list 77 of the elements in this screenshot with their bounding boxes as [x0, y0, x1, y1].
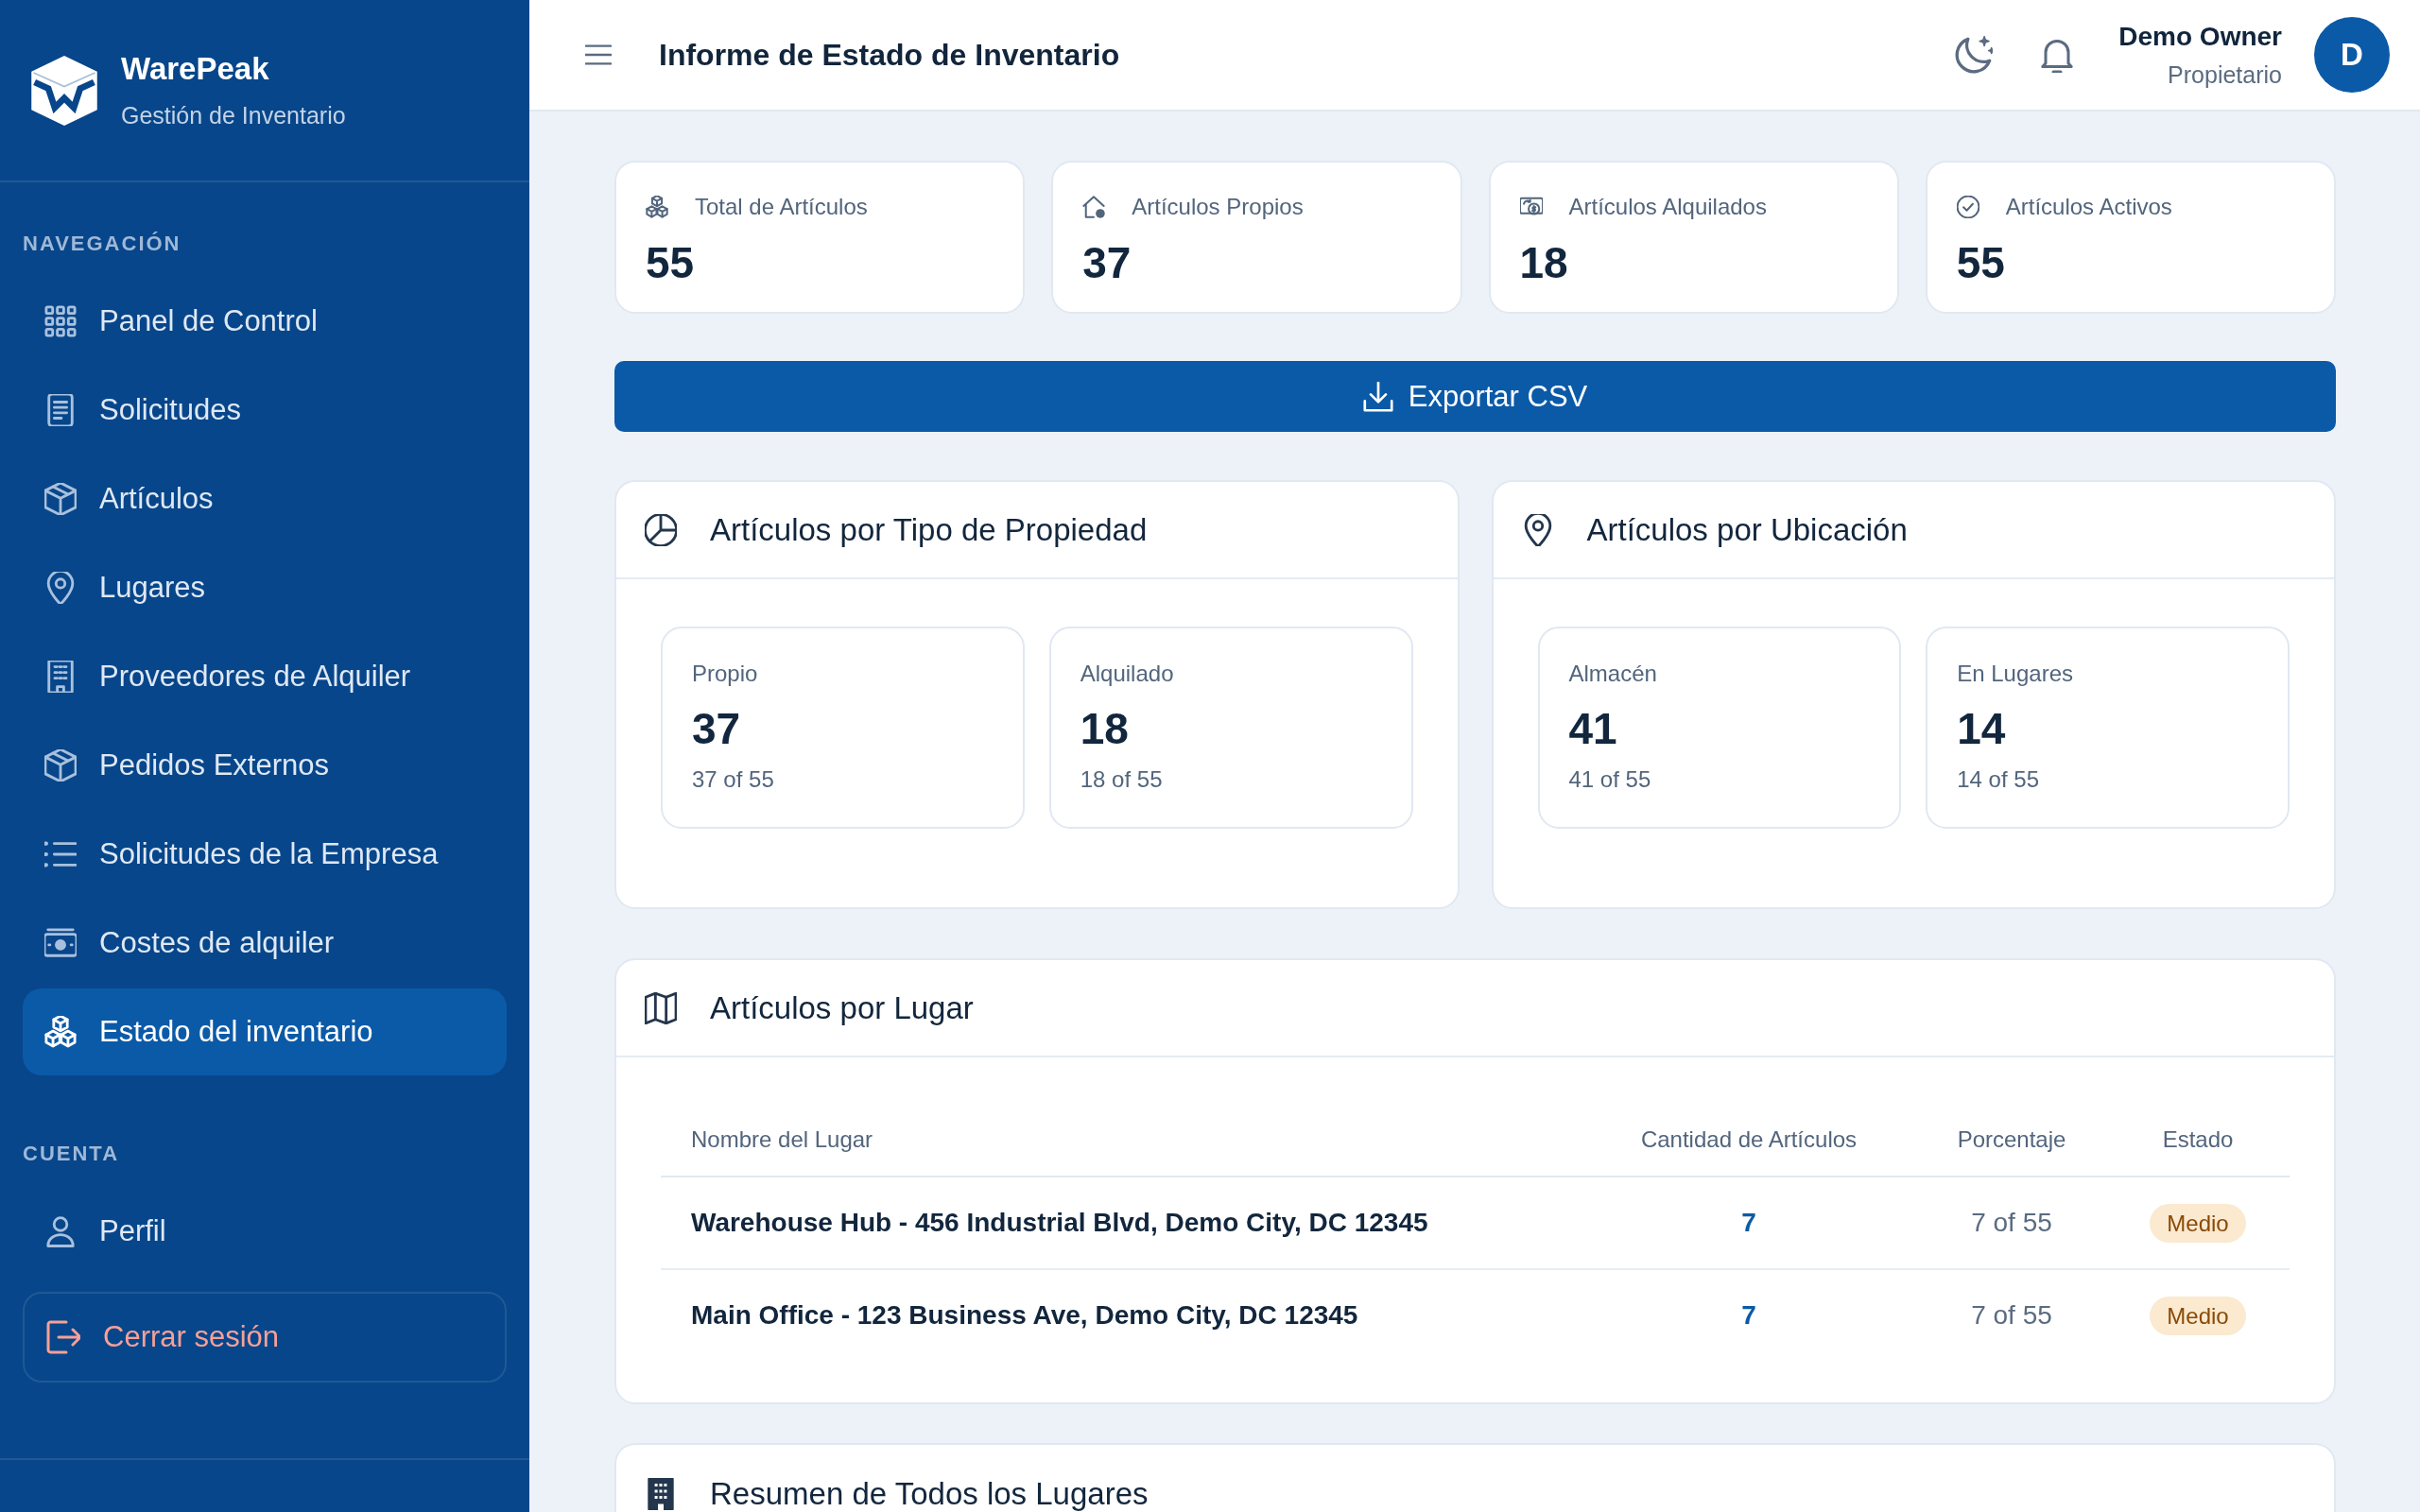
- notifications-button[interactable]: [2040, 37, 2075, 73]
- table-cell: 7: [1581, 1269, 1917, 1361]
- download-icon: [1362, 381, 1393, 412]
- document-icon: [44, 394, 77, 426]
- logo-icon: [31, 55, 97, 126]
- tile-label: Almacén: [1568, 660, 1657, 688]
- box-icon: [44, 483, 77, 515]
- tile-label: Propio: [692, 660, 758, 688]
- table-cell: Main Office - 123 Business Ave, Demo City, DC 12345: [661, 1269, 1581, 1361]
- box-icon: [44, 749, 77, 782]
- section-heading: NAVEGACIÓN: [23, 232, 182, 256]
- tile-label: Alquilado: [1080, 660, 1174, 688]
- column-header: Nombre del Lugar: [661, 1103, 1581, 1177]
- user-role: Propietario: [2168, 60, 2282, 89]
- tile-value: 37: [692, 704, 741, 753]
- map-pin-icon: [44, 572, 77, 604]
- tile-detail: 41 of 55: [1568, 765, 1651, 794]
- page-title: Informe de Estado de Inventario: [659, 37, 1120, 73]
- column-header: Cantidad de Artículos: [1581, 1103, 1917, 1177]
- tile-value: 18: [1080, 704, 1129, 753]
- stat-value: 37: [1082, 238, 1132, 287]
- panel-title: Artículos por Lugar: [710, 989, 974, 1026]
- user-name: Demo Owner: [2118, 21, 2282, 53]
- stat-value: 18: [1519, 238, 1568, 287]
- stat-label: Total de Artículos: [695, 193, 868, 221]
- stat-value: 55: [1956, 238, 2005, 287]
- tile-detail: 18 of 55: [1080, 765, 1163, 794]
- house-icon: [1082, 196, 1106, 218]
- brand-tagline: Gestión de Inventario: [121, 101, 346, 129]
- tile-detail: 14 of 55: [1957, 765, 2039, 794]
- stat-value: 55: [646, 238, 695, 287]
- nav-item[interactable]: Panel de Control: [23, 278, 507, 365]
- column-header: Porcentaje: [1917, 1103, 2106, 1177]
- table-cell: 7: [1581, 1177, 1917, 1269]
- table-cell: Warehouse Hub - 456 Industrial Blvd, Demo City, DC 12345: [661, 1177, 1581, 1269]
- table-cell: 7 of 55: [1917, 1269, 2106, 1361]
- user-avatar[interactable]: D: [2314, 17, 2390, 93]
- map-icon: [645, 991, 677, 1024]
- stat-label: Artículos Activos: [2005, 193, 2172, 221]
- status-badge: Medio: [2150, 1296, 2246, 1335]
- building-icon: [44, 661, 77, 693]
- grid-icon: [44, 305, 77, 337]
- tile-value: 14: [1957, 704, 2006, 753]
- table-cell: 7 of 55: [1917, 1177, 2106, 1269]
- logout-icon: [46, 1320, 80, 1354]
- logout-button[interactable]: Cerrar sesión: [23, 1292, 507, 1383]
- boxes-icon: [44, 1016, 77, 1048]
- pie-chart-icon: [645, 513, 677, 546]
- theme-toggle-button[interactable]: [1955, 36, 1994, 74]
- nav-item[interactable]: Perfil: [23, 1188, 507, 1275]
- banknote-icon: [44, 927, 77, 959]
- panel-title: Resumen de Todos los Lugares: [710, 1475, 1149, 1512]
- section-heading: CUENTA: [23, 1142, 120, 1166]
- bell-icon: [2040, 37, 2075, 73]
- panel-title: Artículos por Ubicación: [1586, 511, 1908, 548]
- panel-title: Artículos por Tipo de Propiedad: [710, 511, 1148, 548]
- nav-item[interactable]: Estado del inventario: [23, 988, 507, 1075]
- stat-label: Artículos Propios: [1132, 193, 1304, 221]
- moon-icon: [1955, 36, 1994, 74]
- brand-name: WarePeak: [121, 51, 270, 87]
- nav-item[interactable]: Pedidos Externos: [23, 722, 507, 809]
- nav-item[interactable]: Solicitudes: [23, 367, 507, 454]
- tile-value: 41: [1568, 704, 1617, 753]
- nav-item[interactable]: Costes de alquiler: [23, 900, 507, 987]
- column-header: Estado: [2106, 1103, 2290, 1177]
- tile-detail: 37 of 55: [692, 765, 774, 794]
- tile-label: En Lugares: [1957, 660, 2073, 688]
- boxes-icon: [646, 196, 668, 218]
- export-button[interactable]: Exportar CSV: [614, 361, 2336, 432]
- nav-item[interactable]: Solicitudes de la Empresa: [23, 811, 507, 898]
- nav-item[interactable]: Proveedores de Alquiler: [23, 633, 507, 720]
- money-icon: [1519, 196, 1543, 218]
- user-icon: [44, 1215, 77, 1247]
- nav-item[interactable]: Lugares: [23, 544, 507, 631]
- status-badge: Medio: [2150, 1203, 2246, 1243]
- nav-item[interactable]: Artículos: [23, 455, 507, 542]
- stat-label: Artículos Alquilados: [1568, 193, 1767, 221]
